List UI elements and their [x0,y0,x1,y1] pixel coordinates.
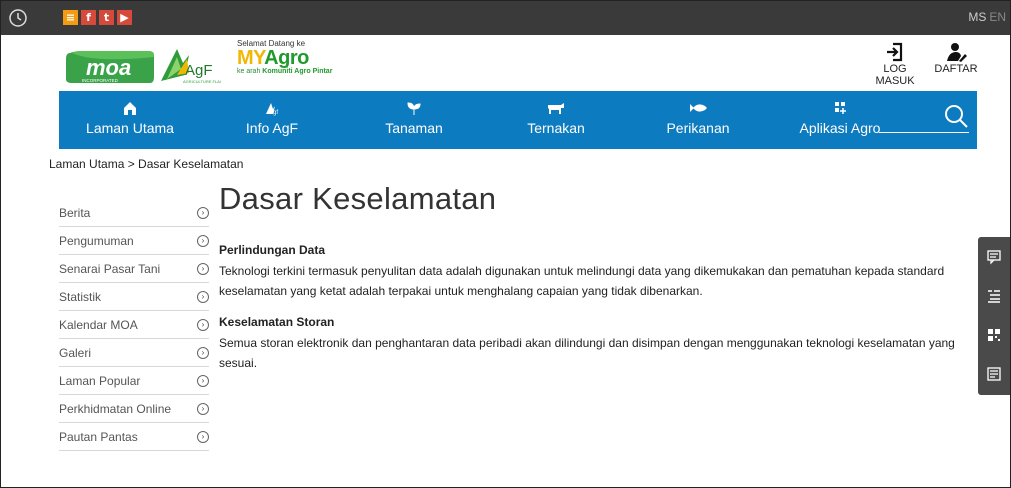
search-input[interactable] [879,103,969,133]
youtube-icon[interactable]: ▶ [117,10,132,25]
chevron-right-icon: › [197,346,209,359]
myagro-my: MY [237,47,265,69]
myagro-tagline-prefix: ke arah [237,68,263,75]
sidebar-item-label: Pengumuman [59,233,134,248]
myagro-tagline-bold: Komuniti Agro Pintar [262,68,333,75]
facebook-icon[interactable]: f [81,10,96,25]
login-icon [887,42,903,62]
nav-item-info-agf[interactable]: gf Info AgF [201,91,343,149]
sidebar-item-perkhidmatan-online[interactable]: Perkhidmatan Online › [59,395,209,423]
nav-label: Tanaman [385,120,443,136]
sidebar-item-galeri[interactable]: Galeri › [59,339,209,367]
register-button[interactable]: DAFTAR [931,41,981,75]
sidebar-item-statistik[interactable]: Statistik › [59,283,209,311]
chevron-right-icon: › [197,234,209,247]
floating-toolbar [978,237,1010,395]
add-user-icon [947,43,967,62]
section-body: Teknologi terkini termasuk penyulitan da… [219,264,945,298]
myagro-tagline: ke arah Komuniti Agro Pintar [237,68,332,75]
section-heading: Perlindungan Data [219,243,326,257]
news-icon[interactable] [978,354,1010,393]
chevron-right-icon: › [197,206,209,219]
nav-label: Ternakan [527,120,585,136]
qr-code-icon[interactable] [978,315,1010,354]
sidebar-item-label: Galeri [59,345,92,360]
sidebar-item-label: Senarai Pasar Tani [59,261,161,276]
apps-icon [835,102,846,114]
language-switch: MS EN [968,10,1006,24]
sidebar-item-laman-popular[interactable]: Laman Popular › [59,367,209,395]
nav-item-laman-utama[interactable]: Laman Utama [59,91,201,149]
agf-logo[interactable]: AgF AGRICULTURE FLAGSHIP [159,45,221,85]
lang-en-link[interactable]: EN [989,10,1006,24]
sidebar-item-label: Statistik [59,289,102,304]
clock-icon[interactable] [7,7,29,29]
agf-icon: gf [266,103,278,116]
register-label: DAFTAR [934,63,978,75]
sidebar-item-berita[interactable]: Berita › [59,199,209,227]
page-title: Dasar Keselamatan [219,181,497,216]
sidebar-item-label: Pautan Pantas [59,429,138,444]
svg-text:moa: moa [86,55,131,80]
sidebar-item-senarai-pasar-tani[interactable]: Senarai Pasar Tani › [59,255,209,283]
nav-item-ternakan[interactable]: Ternakan [485,91,627,149]
sidebar-item-kalendar-moa[interactable]: Kalendar MOA › [59,311,209,339]
main-nav: Laman Utama gf Info AgF Tanaman Ternakan… [59,91,977,149]
main-content: Dasar Keselamatan Perlindungan Data Tekn… [219,181,969,373]
sitemap-icon[interactable] [978,276,1010,315]
nav-label: Laman Utama [86,120,174,136]
sidebar-item-label: Perkhidmatan Online [59,401,172,416]
sidebar-item-pautan-pantas[interactable]: Pautan Pantas › [59,423,209,451]
feedback-icon[interactable] [978,237,1010,276]
home-icon [124,102,136,115]
nav-label: Perikanan [666,120,730,136]
lang-ms-link[interactable]: MS [968,10,986,24]
sidebar-item-pengumuman[interactable]: Pengumuman › [59,227,209,255]
svg-text:INCORPORATED: INCORPORATED [82,78,119,83]
section-body: Semua storan elektronik dan penghantaran… [219,336,955,370]
nav-item-perikanan[interactable]: Perikanan [627,91,769,149]
chevron-right-icon: › [197,402,209,415]
rss-icon[interactable]: ≡ [63,10,78,25]
cow-icon [548,103,564,114]
fish-icon [690,104,707,112]
sidebar-item-label: Kalendar MOA [59,317,138,332]
chevron-right-icon: › [197,290,209,303]
svg-text:gf: gf [273,110,278,116]
chevron-right-icon: › [197,374,209,387]
twitter-icon[interactable]: t [99,10,114,25]
social-links: ≡ f t ▶ [63,10,132,25]
section-heading: Keselamatan Storan [219,315,335,329]
myagro-logo[interactable]: Selamat Datang ke MYAgro ke arah Komunit… [237,39,332,75]
sidebar-item-label: Laman Popular [59,373,141,388]
nav-item-tanaman[interactable]: Tanaman [343,91,485,149]
sidebar: Berita › Pengumuman › Senarai Pasar Tani › … [59,199,209,451]
myagro-agro: Agro [264,47,309,69]
site-header: moa INCORPORATED AgF AGRICULTURE FLAGSHI… [1,35,1010,91]
login-button[interactable]: LOG MASUK [863,41,927,87]
search-icon[interactable] [943,103,969,129]
moa-logo[interactable]: moa INCORPORATED [64,49,156,85]
chevron-right-icon: › [197,318,209,331]
top-bar: ≡ f t ▶ MS EN [1,1,1010,35]
sidebar-item-label: Berita [59,205,91,220]
login-label: LOG MASUK [875,63,915,87]
section-data-protection: Perlindungan Data Teknologi terkini term… [219,243,969,301]
breadcrumb[interactable]: Laman Utama > Dasar Keselamatan [49,157,243,171]
section-storage-security: Keselamatan Storan Semua storan elektron… [219,315,969,373]
svg-text:AgF: AgF [185,62,213,79]
chevron-right-icon: › [197,430,209,443]
plant-icon [407,102,421,115]
chevron-right-icon: › [197,262,209,275]
svg-text:AGRICULTURE FLAGSHIP: AGRICULTURE FLAGSHIP [183,79,221,84]
nav-label: Info AgF [245,120,299,136]
myagro-wordmark: MYAgro [237,48,332,68]
